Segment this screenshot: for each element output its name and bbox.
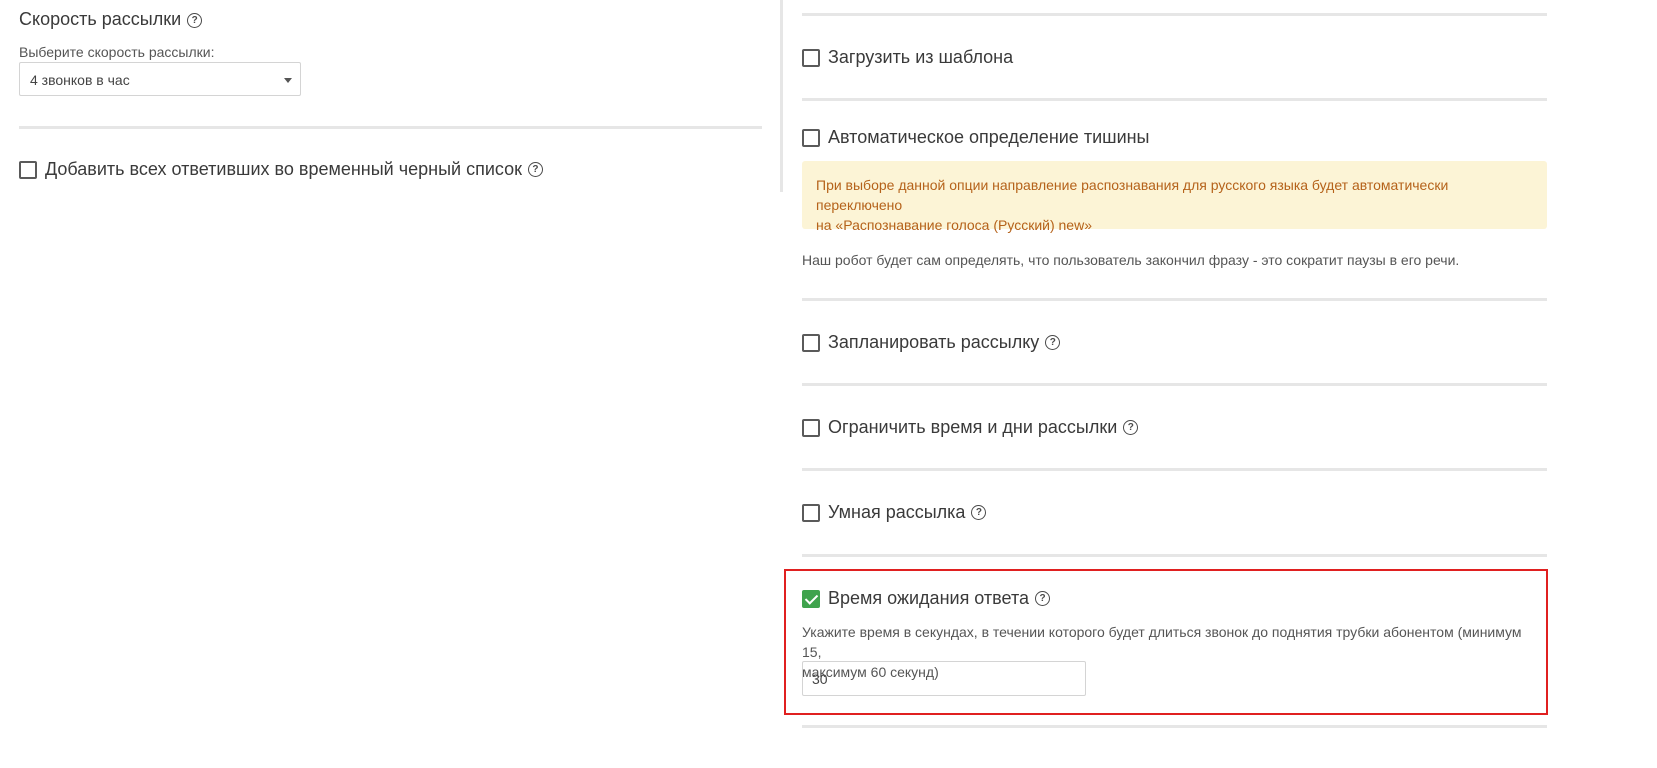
left-divider <box>19 126 762 129</box>
help-icon[interactable]: ? <box>1035 591 1050 606</box>
wait-time-row[interactable]: Время ожидания ответа? <box>802 588 1050 609</box>
right-divider-top <box>802 13 1547 16</box>
speed-select-value: 4 звонков в час <box>30 72 130 88</box>
help-icon[interactable]: ? <box>971 505 987 520</box>
wait-time-checkbox[interactable] <box>802 589 820 608</box>
speed-select-label: Выберите скорость рассылки: <box>19 44 215 60</box>
schedule-row[interactable]: Запланировать рассылку? <box>802 332 1061 353</box>
silence-warning-line2: на «Распознавание голоса (Русский) new» <box>816 217 1092 233</box>
silence-checkbox[interactable] <box>802 128 820 147</box>
wait-time-label: Время ожидания ответа <box>828 588 1029 608</box>
wait-time-input-value: 30 <box>812 671 828 687</box>
speed-title-text: Скорость рассылки <box>19 9 182 29</box>
smart-checkbox[interactable] <box>802 503 820 522</box>
right-divider-4 <box>802 468 1547 471</box>
right-divider-3 <box>802 383 1547 386</box>
limit-time-label: Ограничить время и дни рассылки <box>828 417 1118 437</box>
limit-time-checkbox[interactable] <box>802 418 820 437</box>
column-separator <box>780 0 783 192</box>
right-divider-bottom <box>802 725 1547 728</box>
schedule-checkbox[interactable] <box>802 333 820 352</box>
schedule-label: Запланировать рассылку <box>828 332 1040 352</box>
load-template-label: Загрузить из шаблона <box>828 47 1014 67</box>
speed-title: Скорость рассылки? <box>19 9 203 30</box>
load-template-checkbox[interactable] <box>802 48 820 67</box>
blacklist-row[interactable]: Добавить всех ответивших во временный че… <box>19 159 543 180</box>
right-divider-1 <box>802 98 1547 101</box>
silence-row[interactable]: Автоматическое определение тишины <box>802 127 1150 148</box>
load-template-row[interactable]: Загрузить из шаблона <box>802 47 1013 68</box>
wait-time-input[interactable]: 30 <box>802 661 1086 696</box>
silence-label: Автоматическое определение тишины <box>828 127 1150 147</box>
limit-time-row[interactable]: Ограничить время и дни рассылки? <box>802 417 1139 438</box>
right-divider-5 <box>802 554 1547 557</box>
blacklist-checkbox[interactable] <box>19 160 37 179</box>
help-icon[interactable]: ? <box>1045 335 1061 350</box>
smart-row[interactable]: Умная рассылка? <box>802 502 987 523</box>
speed-select[interactable]: 4 звонков в час <box>19 62 301 96</box>
silence-description: Наш робот будет сам определять, что поль… <box>802 252 1460 268</box>
silence-warning-line1: При выборе данной опции направление расп… <box>816 177 1449 213</box>
right-divider-2 <box>802 298 1547 301</box>
help-icon[interactable]: ? <box>1123 420 1139 435</box>
smart-label: Умная рассылка <box>828 502 966 522</box>
help-icon[interactable]: ? <box>187 12 203 28</box>
blacklist-label: Добавить всех ответивших во временный че… <box>45 159 522 179</box>
chevron-down-icon <box>284 78 292 83</box>
silence-warning: При выборе данной опции направление расп… <box>802 161 1547 233</box>
help-icon[interactable]: ? <box>527 162 543 177</box>
wait-time-description-line1: Укажите время в секундах, в течении кото… <box>802 624 1522 660</box>
